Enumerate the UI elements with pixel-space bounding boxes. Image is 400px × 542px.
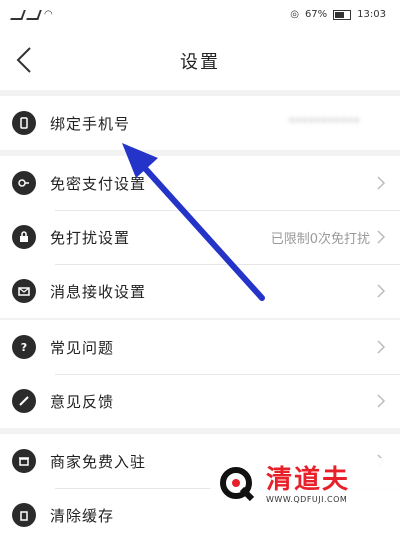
question-icon: ? (12, 335, 36, 359)
chevron-right-icon (377, 340, 386, 354)
row-label: 免密支付设置 (50, 174, 147, 193)
row-label: 免打扰设置 (50, 228, 131, 247)
section-payment: 免密支付设置 免打扰设置 已限制0次免打扰 消息接收设置 (0, 156, 400, 318)
status-left: ◠ (10, 9, 53, 20)
row-faq[interactable]: ? 常见问题 (0, 320, 400, 374)
row-feedback[interactable]: 意见反馈 (0, 374, 400, 428)
status-time: 13:03 (357, 9, 386, 20)
row-label: 常见问题 (50, 338, 115, 357)
lock-icon (12, 225, 36, 249)
edit-icon (12, 389, 36, 413)
chevron-right-icon (377, 284, 386, 298)
watermark: 清道夫 WWW.QDFUJI.COM (210, 458, 400, 511)
row-label: 意见反馈 (50, 392, 115, 411)
phone-icon (12, 111, 36, 135)
chevron-right-icon (377, 230, 386, 244)
watermark-logo (218, 465, 258, 505)
row-message-settings[interactable]: 消息接收设置 (0, 264, 400, 318)
battery-icon (333, 9, 352, 20)
row-label: 绑定手机号 (50, 114, 131, 133)
signal-icon-2 (26, 9, 42, 20)
battery-percent: 67% (304, 9, 328, 20)
status-bar: ◠ ◎ 67% 13:03 (0, 0, 400, 30)
mail-icon (12, 279, 36, 303)
trash-icon (12, 503, 36, 527)
q-logo-icon (220, 466, 255, 501)
alarm-icon: ◎ (290, 9, 299, 20)
store-icon (12, 449, 36, 473)
row-value: 已限制0次免打扰 (270, 231, 370, 247)
phone-number-value: *********** (288, 115, 361, 131)
chevron-right-icon (377, 176, 386, 190)
row-bind-phone[interactable]: 绑定手机号 *********** (0, 96, 400, 150)
page-title: 设置 (180, 52, 220, 73)
section-help: ? 常见问题 意见反馈 (0, 320, 400, 428)
watermark-brand: 清道夫 (266, 465, 351, 495)
status-right: ◎ 67% 13:03 (290, 9, 386, 20)
row-password-free-payment[interactable]: 免密支付设置 (0, 156, 400, 210)
signal-icon (10, 9, 26, 20)
chevron-right-icon (377, 394, 386, 408)
row-label: 消息接收设置 (50, 282, 147, 301)
section-account: 绑定手机号 *********** (0, 96, 400, 150)
watermark-url: WWW.QDFUJI.COM (266, 495, 348, 504)
nav-bar: 设置 (0, 30, 400, 90)
key-icon (12, 171, 36, 195)
wifi-icon: ◠ (44, 9, 53, 20)
row-do-not-disturb[interactable]: 免打扰设置 已限制0次免打扰 (0, 210, 400, 264)
watermark-text: 清道夫 WWW.QDFUJI.COM (266, 465, 350, 504)
svg-text:?: ? (21, 341, 27, 354)
